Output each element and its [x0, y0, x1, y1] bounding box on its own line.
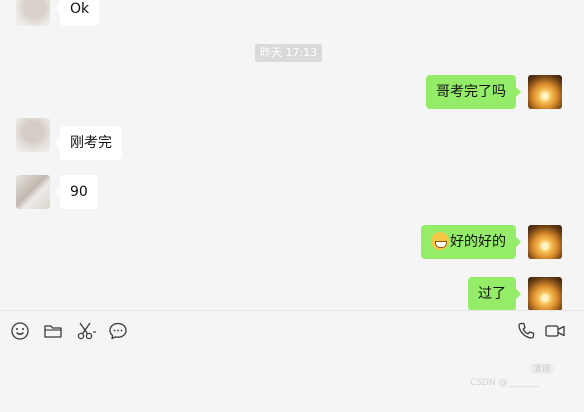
- phone-icon[interactable]: [515, 320, 537, 342]
- my-avatar[interactable]: [528, 75, 562, 109]
- incoming-message[interactable]: 刚考完: [55, 126, 122, 160]
- my-avatar[interactable]: [528, 225, 562, 259]
- divider: [0, 310, 584, 311]
- chat-history[interactable]: Ok 昨天 17:13 哥考完了吗 刚考完 90 好的好的 过了: [0, 0, 584, 310]
- emoji-icon[interactable]: [9, 320, 31, 342]
- outgoing-message[interactable]: 哥考完了吗: [426, 75, 521, 109]
- message-text: Ok: [70, 1, 90, 17]
- message-text: 90: [70, 184, 88, 200]
- grinning-face-icon: [431, 232, 449, 250]
- chat-bubble-icon[interactable]: [107, 320, 129, 342]
- message-text: 哥考完了吗: [436, 84, 506, 100]
- contact-avatar[interactable]: [16, 118, 50, 152]
- send-button[interactable]: 发送: [530, 363, 554, 374]
- incoming-message[interactable]: Ok: [54, 0, 100, 26]
- outgoing-message[interactable]: 好的好的: [421, 225, 521, 259]
- message-text: 过了: [478, 286, 506, 302]
- folder-icon[interactable]: [42, 320, 64, 342]
- scissors-icon[interactable]: [75, 320, 97, 342]
- my-avatar[interactable]: [528, 277, 562, 310]
- timestamp: 昨天 17:13: [255, 44, 323, 62]
- incoming-message[interactable]: 90: [55, 175, 98, 209]
- chat-toolbar: [0, 318, 584, 344]
- outgoing-message[interactable]: 过了: [468, 277, 521, 310]
- contact-avatar[interactable]: [16, 0, 50, 26]
- contact-avatar[interactable]: [16, 175, 50, 209]
- message-text: 好的好的: [450, 234, 506, 250]
- video-call-icon[interactable]: [544, 320, 566, 342]
- message-text: 刚考完: [70, 135, 112, 151]
- watermark: CSDN @_______: [470, 378, 540, 388]
